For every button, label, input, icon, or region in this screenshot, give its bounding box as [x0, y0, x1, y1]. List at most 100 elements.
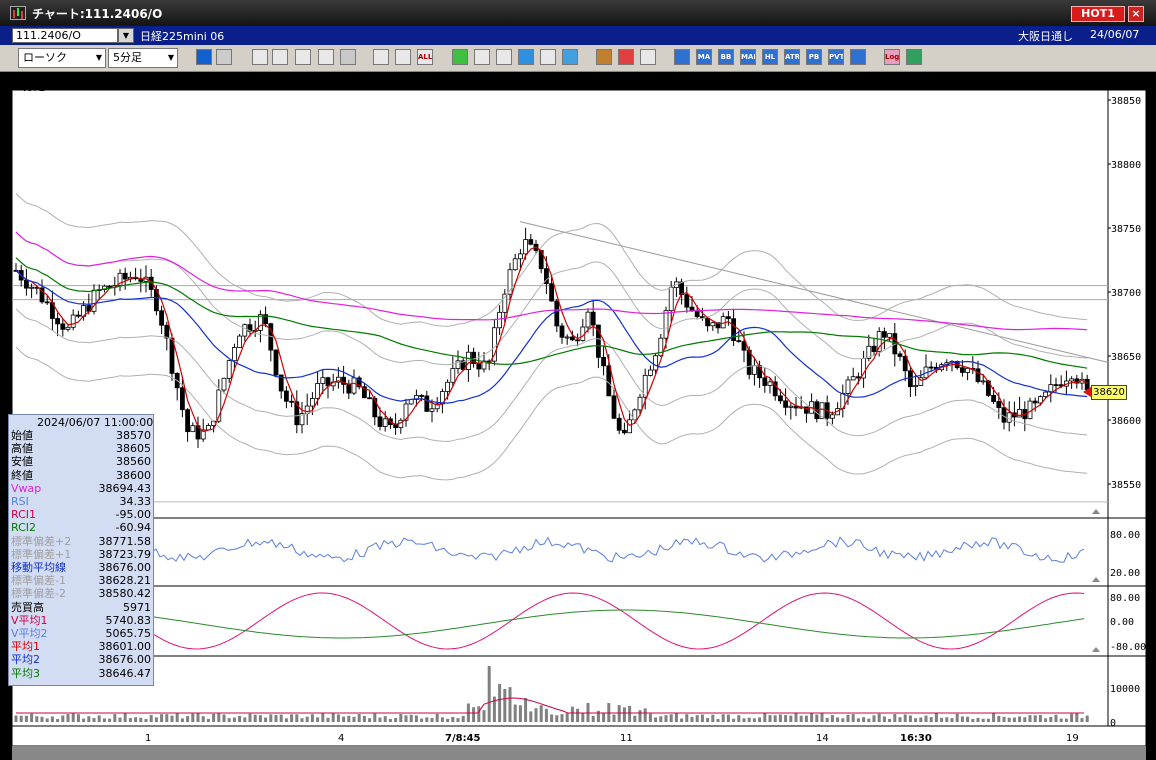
log-icon[interactable]: Log: [884, 49, 900, 65]
volume-bar: [201, 716, 205, 722]
zoom-icon[interactable]: [196, 49, 212, 65]
volume-bar: [638, 710, 642, 722]
hl-icon[interactable]: HL: [762, 49, 778, 65]
chart-canvas[interactable]: 38850 38800 38750 38700 38650 38600 38550 80.00…: [8, 72, 1148, 760]
candle-body: [830, 414, 835, 419]
tool-icon[interactable]: [618, 49, 634, 65]
volume-bar: [1012, 717, 1016, 722]
volume-bar: [732, 718, 736, 722]
candle-body: [845, 379, 851, 394]
volume-bar: [726, 714, 730, 722]
candle-body: [762, 377, 768, 386]
volume-bar: [430, 717, 434, 722]
chart-line-icon[interactable]: [295, 49, 311, 65]
export-icon[interactable]: [906, 49, 922, 65]
price-tick-label: 38850: [1111, 96, 1141, 107]
trash-icon[interactable]: [562, 49, 578, 65]
rsi-tick-label: 20.00: [1110, 568, 1140, 579]
candle-icon[interactable]: [373, 49, 389, 65]
volume-bar: [794, 713, 798, 722]
all-icon[interactable]: ALL: [417, 49, 433, 65]
info-row: 平均3 38646.47: [11, 667, 151, 680]
candle-body: [393, 424, 399, 429]
volume-bar: [284, 718, 288, 722]
arrow-icon[interactable]: [518, 49, 534, 65]
volume-bar: [877, 713, 881, 722]
magnify-icon[interactable]: [272, 49, 288, 65]
pb-icon[interactable]: PB: [806, 49, 822, 65]
atr-icon[interactable]: ATR: [784, 49, 800, 65]
volume-bar: [924, 715, 928, 722]
candle-body: [991, 394, 996, 402]
volume-bar: [914, 718, 918, 722]
volume-bar: [669, 714, 673, 722]
warning-icon[interactable]: [340, 49, 356, 65]
candle-body: [616, 417, 622, 431]
candle-body: [122, 272, 128, 280]
note-icon[interactable]: [540, 49, 556, 65]
volume-bar: [565, 713, 569, 722]
candle-body: [320, 377, 326, 384]
volume-bar: [986, 718, 990, 722]
volume-bar: [274, 715, 278, 722]
candle-body: [60, 323, 66, 330]
candle-body: [23, 279, 29, 289]
period-select[interactable]: 5分足 ▼: [108, 48, 178, 68]
volume-bar: [368, 718, 372, 722]
draw-icon[interactable]: [474, 49, 490, 65]
chevron-down-icon: ▼: [167, 53, 174, 62]
bb-icon[interactable]: BB: [718, 49, 734, 65]
candle-add-icon[interactable]: [252, 49, 268, 65]
rci-tick-label: -80.00: [1110, 642, 1146, 653]
symbol-bar: 111.2406/O ▼ 日経225mini 06 大阪日通し 24/06/07: [0, 26, 1156, 45]
volume-bar: [622, 707, 626, 722]
hot-badge[interactable]: HOT1: [1071, 6, 1125, 22]
mae-icon[interactable]: MAE: [740, 49, 756, 65]
candle-alt-icon[interactable]: [395, 49, 411, 65]
symbol-input[interactable]: 111.2406/O: [12, 28, 118, 43]
volume-bar: [695, 715, 699, 722]
info-value: 38694.43: [98, 481, 152, 495]
time-tick-label: 14: [816, 733, 829, 744]
volume-bar: [378, 717, 382, 722]
volume-tick-label: 0: [1110, 718, 1116, 729]
time-tick-label: 4: [338, 733, 344, 744]
volume-bar: [633, 715, 637, 722]
volume-bar: [555, 715, 559, 722]
volume-bar: [446, 718, 450, 722]
bars-icon[interactable]: [318, 49, 334, 65]
info-value: 38605: [116, 442, 151, 456]
rsi-tick-label: 80.00: [1110, 530, 1140, 541]
pen-icon[interactable]: [452, 49, 468, 65]
palette-icon[interactable]: [640, 49, 656, 65]
volume-bar: [409, 714, 413, 722]
volume-bar: [149, 714, 153, 722]
symbol-dropdown-button[interactable]: ▼: [118, 28, 134, 43]
ma-icon[interactable]: MA: [696, 49, 712, 65]
info-value: 38600: [116, 468, 151, 482]
close-button[interactable]: ×: [1128, 6, 1144, 22]
cursor-icon[interactable]: [496, 49, 512, 65]
volume-bar: [799, 715, 803, 722]
grid-icon[interactable]: [216, 49, 232, 65]
chart-type-select[interactable]: ローソク ▼: [18, 48, 106, 68]
price-tick-label: 38800: [1111, 160, 1141, 171]
volume-bar: [243, 717, 247, 722]
volume-bar: [19, 715, 23, 722]
info-value: 38628.21: [98, 574, 152, 588]
chart-window[interactable]: 38850 38800 38750 38700 38650 38600 38550 80.00…: [8, 72, 1148, 760]
current-price-arrow-icon: [1083, 387, 1091, 397]
candle-body: [850, 376, 856, 381]
table-icon[interactable]: [674, 49, 690, 65]
settings-icon[interactable]: [596, 49, 612, 65]
info-label: Vwap: [11, 481, 42, 495]
volume-bar: [992, 713, 996, 722]
volume-bar: [461, 715, 465, 722]
volume-bar: [945, 717, 949, 722]
info-value: 38646.47: [98, 666, 152, 680]
pvt-icon[interactable]: PVT: [828, 49, 844, 65]
info-row: V平均2 5065.75: [11, 627, 151, 640]
volume-bar: [586, 702, 590, 722]
info-row: Vwap 38694.43: [11, 482, 151, 495]
box-icon[interactable]: [850, 49, 866, 65]
